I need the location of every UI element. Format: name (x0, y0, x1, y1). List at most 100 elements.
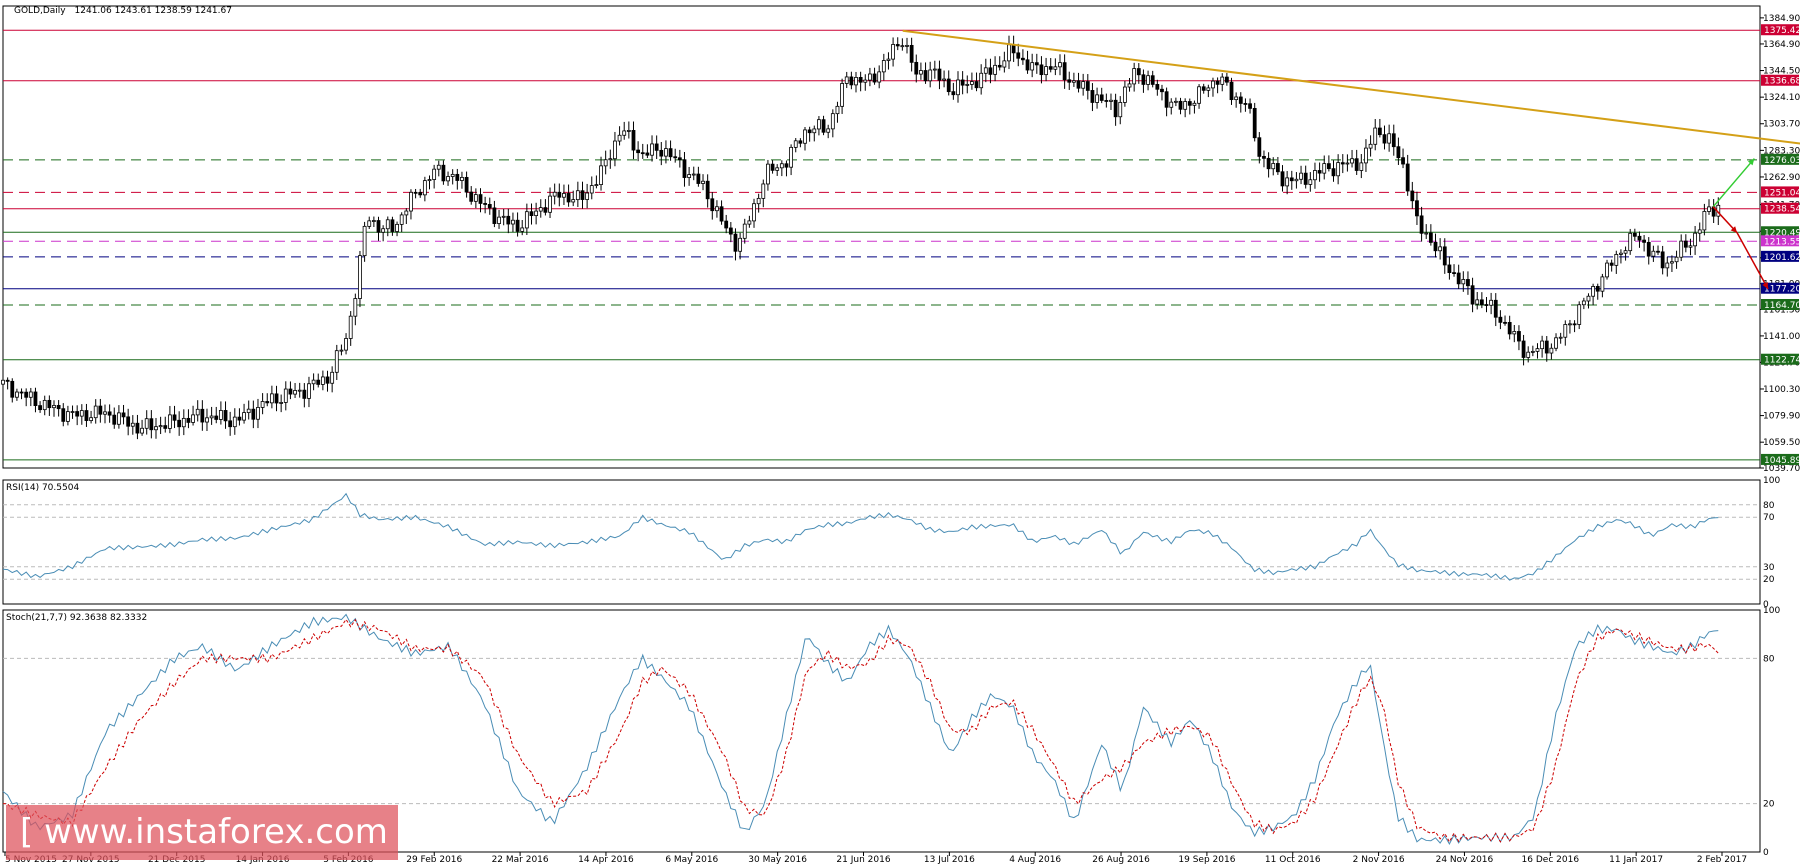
candle-body (770, 163, 775, 171)
candle-body (1020, 57, 1025, 61)
candle-body (311, 379, 316, 385)
candle-body (409, 191, 413, 212)
candle-body (798, 140, 803, 144)
candle-body (84, 410, 89, 421)
candle-body (436, 164, 441, 170)
candle-body (844, 76, 849, 84)
candle-body (353, 298, 358, 317)
candle-body (1132, 68, 1137, 85)
candle-body (1674, 256, 1679, 263)
watermark-text: [ www.instaforex.com ] (20, 812, 412, 852)
candle-body (1428, 232, 1433, 243)
candle-body (427, 179, 432, 182)
candle-body (1642, 239, 1647, 243)
candle-body (487, 204, 492, 209)
candle-body (983, 67, 988, 74)
candle-body (1294, 178, 1299, 182)
candle-body (1401, 157, 1405, 165)
candle-body (580, 190, 585, 200)
candle-body (1707, 206, 1711, 212)
candle-body (297, 389, 302, 392)
candle-body (1558, 336, 1563, 339)
candle-body (376, 220, 381, 233)
price-tick-label: 1324.10 (1763, 93, 1800, 103)
candle-body (599, 165, 603, 186)
candle-body (56, 405, 61, 410)
candle-body (1053, 66, 1058, 70)
candle-body (631, 130, 636, 151)
candle-body (24, 391, 29, 398)
candle-body (1238, 96, 1243, 104)
candle-body (98, 405, 103, 415)
candle-body (1540, 340, 1545, 350)
candle-body (1637, 235, 1642, 241)
candle-body (1554, 337, 1558, 349)
candle-body (1044, 66, 1048, 76)
candle-body (1336, 162, 1341, 177)
time-tick-label: 30 May 2016 (748, 855, 807, 865)
candle-body (566, 193, 571, 203)
candle-body (1498, 316, 1503, 323)
candle-body (1178, 100, 1183, 110)
candle-body (1313, 170, 1317, 181)
candle-body (974, 81, 979, 89)
candle-body (1387, 133, 1392, 144)
candle-body (1345, 162, 1350, 165)
candle-body (608, 158, 613, 161)
candle-body (469, 191, 474, 202)
candle-body (1150, 75, 1155, 85)
candle-body (1016, 52, 1021, 59)
level-price-label: 1238.54 (1764, 205, 1800, 215)
candle-body (1600, 276, 1605, 292)
candle-body (395, 223, 399, 232)
candle-body (348, 315, 353, 339)
candle-body (784, 163, 789, 168)
candle-body (1169, 101, 1174, 108)
candle-body (1048, 66, 1053, 70)
candle-body (1623, 250, 1628, 254)
candle-body (1614, 254, 1619, 266)
candle-body (181, 417, 186, 428)
osc-tick-label: 20 (1763, 800, 1775, 810)
candle-body (1373, 127, 1378, 145)
candle-body (19, 391, 24, 394)
candle-body (209, 415, 214, 419)
candle-body (1572, 323, 1577, 326)
candle-body (589, 185, 594, 194)
candle-body (1173, 100, 1178, 103)
candle-body (779, 163, 784, 169)
candle-body (1248, 103, 1252, 109)
price-tick-label: 1100.30 (1763, 385, 1800, 395)
candle-body (1424, 232, 1429, 235)
candle-body (988, 67, 993, 75)
candle-body (497, 216, 501, 224)
candle-body (515, 219, 520, 232)
candle-body (511, 219, 515, 225)
gRsi-frame (2, 479, 1761, 605)
candles (1, 35, 1721, 440)
candle-body (450, 173, 455, 177)
candle-body (1326, 163, 1331, 170)
price-tick-label: 1364.90 (1763, 40, 1800, 50)
candle-body (1391, 133, 1396, 148)
candle-body (130, 422, 135, 427)
candle-body (163, 425, 168, 429)
candle-body (478, 194, 483, 204)
candle-body (1410, 190, 1415, 202)
chart-canvas: 1384.901364.901344.501324.101303.701283.… (1, 5, 1800, 865)
candle-body (1224, 76, 1229, 83)
candle-body (52, 405, 56, 409)
candle-body (1350, 158, 1354, 164)
candle-body (1034, 62, 1039, 66)
candle-body (1447, 264, 1452, 273)
candle-body (1683, 240, 1688, 248)
candle-body (200, 408, 205, 423)
candle-body (1155, 84, 1160, 90)
candle-body (5, 379, 10, 382)
level-price-label: 1276.03 (1764, 156, 1800, 166)
candle-body (103, 411, 107, 415)
symbol-title: GOLD,Daily 1241.06 1243.61 1238.59 1241.… (14, 6, 232, 16)
candle-body (622, 130, 627, 136)
candle-body (1577, 304, 1582, 325)
candle-body (274, 393, 279, 404)
